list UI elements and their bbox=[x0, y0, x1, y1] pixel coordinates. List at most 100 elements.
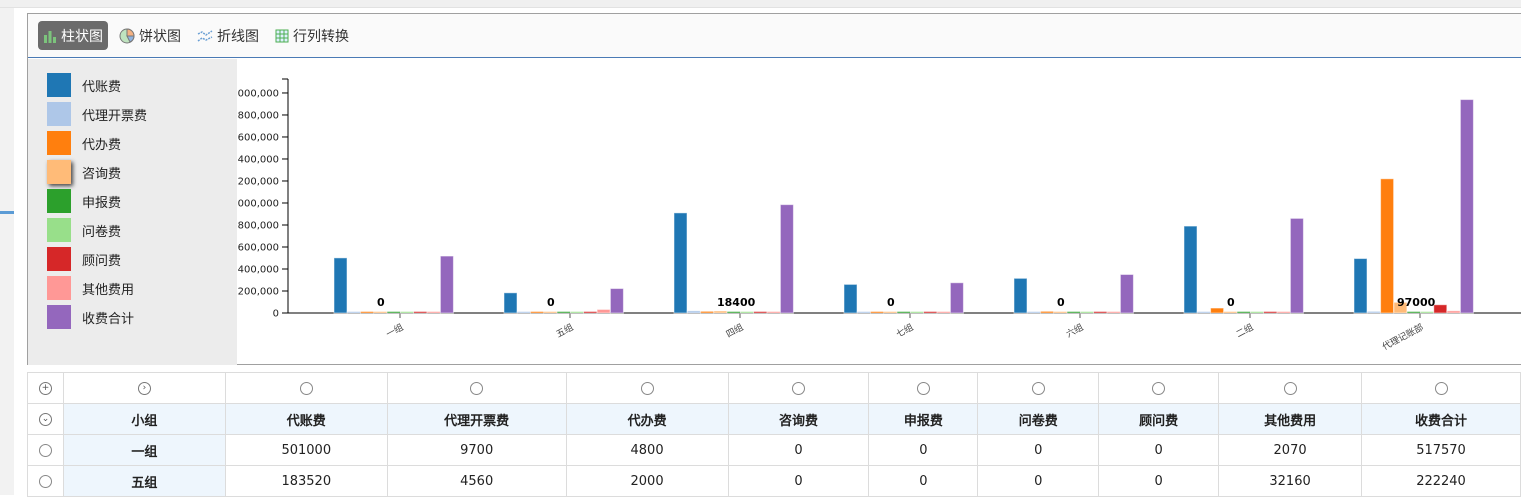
bar[interactable] bbox=[400, 311, 414, 314]
bar[interactable] bbox=[1276, 311, 1291, 314]
bar[interactable] bbox=[503, 292, 518, 314]
column-radio-cell[interactable] bbox=[977, 372, 1100, 404]
bar[interactable] bbox=[570, 311, 584, 314]
column-radio[interactable] bbox=[1434, 381, 1448, 395]
legend-item[interactable]: 咨询费 bbox=[47, 160, 121, 184]
column-header[interactable]: 其他费用 bbox=[1218, 403, 1363, 435]
column-header[interactable]: 代办费 bbox=[565, 403, 729, 435]
bar[interactable] bbox=[1066, 311, 1081, 314]
bar[interactable] bbox=[1223, 311, 1238, 314]
bar[interactable] bbox=[386, 311, 401, 314]
column-radio-cell[interactable] bbox=[727, 372, 870, 404]
row-radio[interactable] bbox=[38, 443, 52, 457]
column-header[interactable]: 咨询费 bbox=[727, 403, 870, 435]
column-radio-cell[interactable] bbox=[1218, 372, 1363, 404]
row-radio-cell[interactable] bbox=[27, 465, 64, 497]
legend-item[interactable]: 其他费用 bbox=[47, 276, 134, 300]
column-radio-cell[interactable] bbox=[1098, 372, 1220, 404]
column-radio[interactable] bbox=[791, 381, 805, 395]
bar[interactable] bbox=[439, 255, 454, 314]
bar[interactable] bbox=[1106, 311, 1121, 314]
row-radio-cell[interactable] bbox=[27, 434, 64, 466]
legend-item[interactable]: 收费合计 bbox=[47, 305, 134, 329]
column-header[interactable]: 问卷费 bbox=[977, 403, 1100, 435]
legend-item[interactable]: 问卷费 bbox=[47, 218, 121, 242]
bar[interactable] bbox=[1040, 310, 1055, 314]
bar[interactable] bbox=[856, 311, 871, 314]
bar[interactable] bbox=[949, 282, 964, 314]
legend-item[interactable]: 代理开票费 bbox=[47, 102, 147, 126]
bar[interactable] bbox=[1183, 225, 1198, 314]
chevron-right-icon[interactable]: › bbox=[137, 381, 151, 395]
bar[interactable] bbox=[1420, 311, 1434, 314]
bar[interactable] bbox=[936, 311, 951, 314]
collapse-cell[interactable]: ⌄ bbox=[27, 403, 64, 435]
bar[interactable] bbox=[1250, 311, 1264, 314]
pie-chart-button[interactable]: 饼状图 bbox=[114, 21, 186, 50]
bar[interactable] bbox=[596, 308, 611, 314]
column-header[interactable]: 代账费 bbox=[224, 403, 388, 435]
line-chart-button[interactable]: 折线图 bbox=[192, 21, 264, 50]
bar[interactable] bbox=[843, 283, 858, 314]
bar[interactable] bbox=[1080, 311, 1094, 314]
bar[interactable] bbox=[1053, 311, 1068, 314]
bar[interactable] bbox=[1366, 310, 1381, 314]
bar[interactable] bbox=[923, 311, 938, 314]
bar[interactable] bbox=[373, 311, 388, 314]
bar[interactable] bbox=[753, 311, 768, 314]
column-radio-cell[interactable] bbox=[1361, 372, 1521, 404]
bar[interactable] bbox=[1263, 311, 1278, 314]
bar[interactable] bbox=[1013, 277, 1028, 314]
bar[interactable] bbox=[1289, 217, 1304, 314]
bar[interactable] bbox=[883, 311, 898, 314]
bar[interactable] bbox=[1236, 311, 1251, 314]
bar-chart-button[interactable]: 柱状图 bbox=[38, 21, 108, 50]
bar[interactable] bbox=[766, 311, 781, 314]
column-header[interactable]: 申报费 bbox=[868, 403, 979, 435]
bar[interactable] bbox=[726, 311, 741, 314]
bar[interactable] bbox=[1380, 178, 1395, 314]
column-radio[interactable] bbox=[299, 381, 313, 395]
bar[interactable] bbox=[1353, 258, 1368, 314]
bar[interactable] bbox=[700, 310, 715, 314]
bar[interactable] bbox=[1433, 304, 1448, 314]
column-radio-cell[interactable] bbox=[224, 372, 388, 404]
legend-item[interactable]: 代办费 bbox=[47, 131, 121, 155]
column-header[interactable]: 代理开票费 bbox=[386, 403, 567, 435]
bar[interactable] bbox=[426, 311, 441, 314]
bar[interactable] bbox=[740, 311, 754, 314]
bar[interactable] bbox=[910, 311, 924, 314]
bar[interactable] bbox=[609, 288, 624, 314]
bar[interactable] bbox=[1119, 273, 1134, 314]
bar[interactable] bbox=[713, 310, 728, 314]
expand-cell[interactable]: › bbox=[62, 372, 226, 404]
transpose-button[interactable]: 行列转换 bbox=[270, 21, 354, 50]
column-header[interactable]: 顾问费 bbox=[1098, 403, 1220, 435]
column-radio-cell[interactable] bbox=[565, 372, 729, 404]
bar[interactable] bbox=[896, 311, 911, 314]
bar[interactable] bbox=[346, 311, 361, 314]
chevron-down-icon[interactable]: ⌄ bbox=[38, 412, 52, 426]
bar[interactable] bbox=[870, 311, 885, 314]
plus-circle-icon[interactable]: + bbox=[38, 381, 52, 395]
legend-item[interactable]: 代账费 bbox=[47, 73, 121, 97]
column-header[interactable]: 小组 bbox=[62, 403, 226, 435]
bar[interactable] bbox=[673, 212, 688, 314]
bar[interactable] bbox=[1406, 311, 1421, 314]
bar[interactable] bbox=[1459, 99, 1474, 314]
column-radio[interactable] bbox=[470, 381, 484, 395]
column-header[interactable]: 收费合计 bbox=[1361, 403, 1521, 435]
bar[interactable] bbox=[413, 311, 428, 314]
bar[interactable] bbox=[530, 311, 545, 314]
row-radio[interactable] bbox=[38, 474, 52, 488]
bar[interactable] bbox=[686, 310, 701, 314]
column-radio[interactable] bbox=[1031, 381, 1045, 395]
bar[interactable] bbox=[583, 311, 598, 314]
bar[interactable] bbox=[516, 311, 531, 314]
legend-item[interactable]: 申报费 bbox=[47, 189, 121, 213]
column-radio[interactable] bbox=[640, 381, 654, 395]
legend-item[interactable]: 顾问费 bbox=[47, 247, 121, 271]
bar[interactable] bbox=[1210, 307, 1225, 314]
bar[interactable] bbox=[1446, 310, 1461, 314]
column-radio[interactable] bbox=[916, 381, 930, 395]
